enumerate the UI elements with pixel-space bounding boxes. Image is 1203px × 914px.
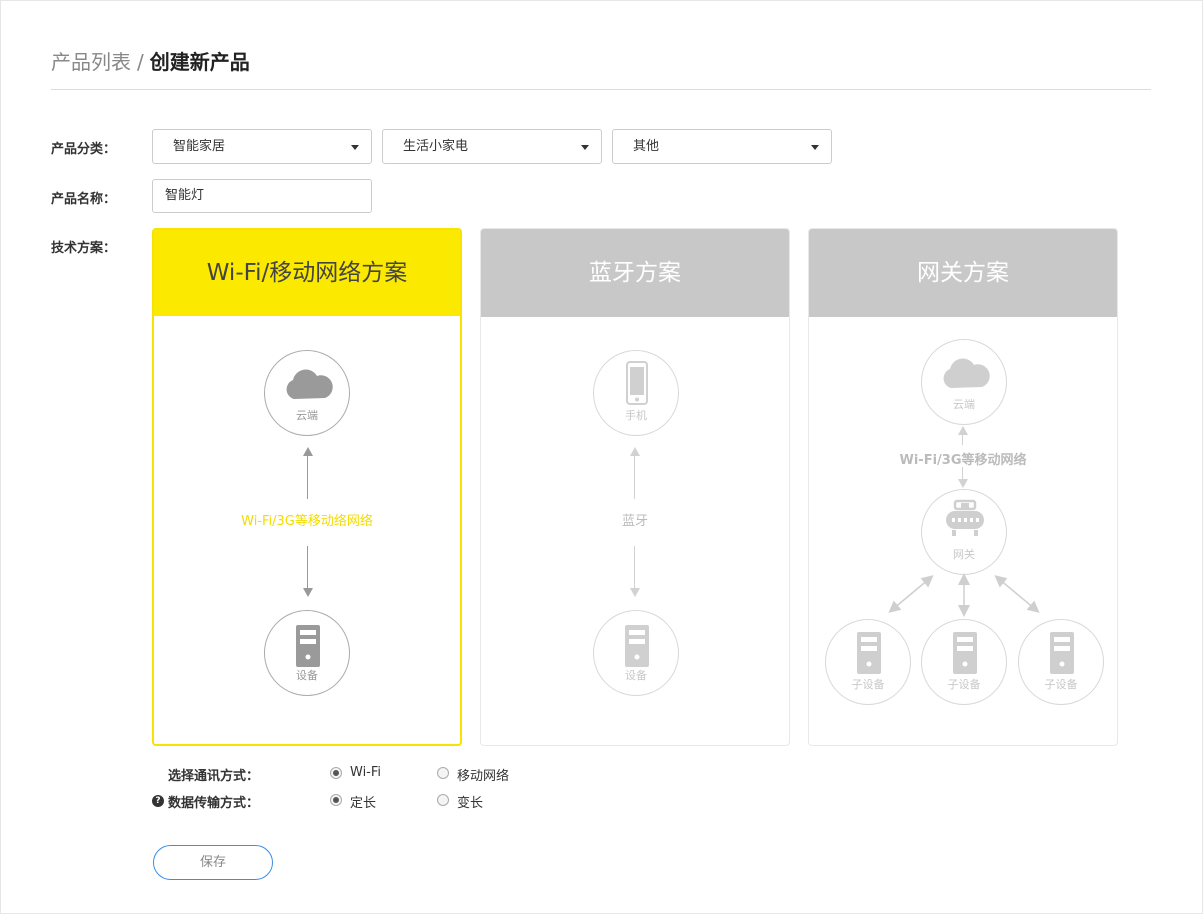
divider xyxy=(51,89,1151,90)
cloud-node: 云端 xyxy=(921,339,1007,425)
arrow-down-icon xyxy=(630,588,640,597)
server-icon xyxy=(625,625,649,667)
bluetooth-link-text: 蓝牙 xyxy=(621,514,648,529)
radio-comm-mobile-label[interactable]: 移动网络 xyxy=(457,765,509,784)
router-icon xyxy=(946,499,984,536)
caret-down-icon xyxy=(351,145,359,150)
device-caption: 设备 xyxy=(296,669,318,682)
caret-down-icon xyxy=(811,145,819,150)
radio-data-variable-label[interactable]: 变长 xyxy=(457,792,483,811)
bluetooth-solution-card[interactable]: 蓝牙方案 手机 蓝牙 设备 xyxy=(480,228,790,746)
connector-line xyxy=(634,455,635,499)
arrow-up-icon xyxy=(303,447,313,456)
category-select-3[interactable]: 其他 xyxy=(612,129,832,164)
phone-caption: 手机 xyxy=(625,409,647,422)
category-select-1[interactable]: 智能家居 xyxy=(152,129,372,164)
radio-comm-mobile[interactable] xyxy=(437,767,449,779)
cloud-icon xyxy=(943,358,990,388)
arrow-down-icon xyxy=(958,479,968,488)
page: 产品列表 / 创建新产品 产品分类： 智能家居 生活小家电 其他 产品名称： 智能灯… xyxy=(0,0,1203,914)
data-transfer-label: 数据传输方式： xyxy=(168,796,260,811)
phone-node: 手机 xyxy=(593,350,679,436)
sub-device-caption: 子设备 xyxy=(947,678,981,691)
wifi-link-text: Wi-Fi/3G等移动络网络 xyxy=(241,514,373,529)
gateway-connectors xyxy=(888,573,1040,617)
connector-line xyxy=(962,467,963,479)
connector-line xyxy=(634,546,635,588)
device-node: 设备 xyxy=(593,610,679,696)
gateway-caption: 网关 xyxy=(953,548,975,561)
server-icon xyxy=(1050,632,1074,674)
gateway-node: 网关 xyxy=(921,489,1007,575)
cloud-caption: 云端 xyxy=(296,409,318,422)
connector-line-right xyxy=(994,575,1040,613)
arrow-up-icon xyxy=(630,447,640,456)
wifi-solution-card[interactable]: Wi-Fi/移动网络方案 云端 Wi-Fi/3G等移动络网络 设备 xyxy=(152,228,462,746)
breadcrumb-separator: / xyxy=(137,50,144,74)
breadcrumb-parent-link[interactable]: 产品列表 xyxy=(51,50,131,74)
arrow-down-icon xyxy=(303,588,313,597)
phone-icon xyxy=(626,361,648,405)
radio-comm-wifi-label[interactable]: Wi-Fi xyxy=(350,765,381,780)
sub-device-node-3: 子设备 xyxy=(1018,619,1104,705)
server-icon xyxy=(857,632,881,674)
category-select-2-value: 生活小家电 xyxy=(403,139,469,154)
device-node: 设备 xyxy=(264,610,350,696)
server-icon xyxy=(296,625,320,667)
sub-device-node-2: 子设备 xyxy=(921,619,1007,705)
radio-comm-wifi[interactable] xyxy=(330,767,342,779)
wifi-card-title: Wi-Fi/移动网络方案 xyxy=(154,230,460,316)
category-label: 产品分类： xyxy=(51,142,117,157)
radio-data-variable[interactable] xyxy=(437,794,449,806)
gateway-solution-card[interactable]: 网关方案 云端 Wi-Fi/3G等移动网络 网关 子设备 子设备 子设备 xyxy=(808,228,1118,746)
product-name-input[interactable]: 智能灯 xyxy=(152,179,372,213)
connector-line xyxy=(307,546,308,588)
cloud-caption: 云端 xyxy=(953,398,975,411)
comm-method-label: 选择通讯方式： xyxy=(168,769,260,784)
cloud-node: 云端 xyxy=(264,350,350,436)
sub-device-caption: 子设备 xyxy=(851,678,885,691)
product-name-label: 产品名称： xyxy=(51,192,117,207)
radio-data-fixed-label[interactable]: 定长 xyxy=(350,792,376,811)
bluetooth-card-title: 蓝牙方案 xyxy=(481,229,789,317)
server-icon xyxy=(953,632,977,674)
arrow-up-icon xyxy=(958,426,968,435)
page-title: 创建新产品 xyxy=(149,50,250,74)
connector-line xyxy=(307,455,308,499)
radio-data-fixed[interactable] xyxy=(330,794,342,806)
sub-device-node-1: 子设备 xyxy=(825,619,911,705)
tech-solution-label: 技术方案： xyxy=(51,241,117,256)
gateway-card-title: 网关方案 xyxy=(809,229,1117,317)
caret-down-icon xyxy=(581,145,589,150)
save-button[interactable]: 保存 xyxy=(153,845,273,880)
help-icon[interactable]: ? xyxy=(152,795,164,807)
breadcrumb: 产品列表 / 创建新产品 xyxy=(51,47,250,77)
category-select-1-value: 智能家居 xyxy=(173,139,226,154)
category-select-3-value: 其他 xyxy=(633,139,660,154)
connector-line xyxy=(962,434,963,445)
device-caption: 设备 xyxy=(625,669,647,682)
connector-line-left xyxy=(888,575,934,613)
cloud-icon xyxy=(286,369,333,399)
sub-device-caption: 子设备 xyxy=(1044,678,1078,691)
category-select-2[interactable]: 生活小家电 xyxy=(382,129,602,164)
gateway-link-text: Wi-Fi/3G等移动网络 xyxy=(899,453,1027,468)
